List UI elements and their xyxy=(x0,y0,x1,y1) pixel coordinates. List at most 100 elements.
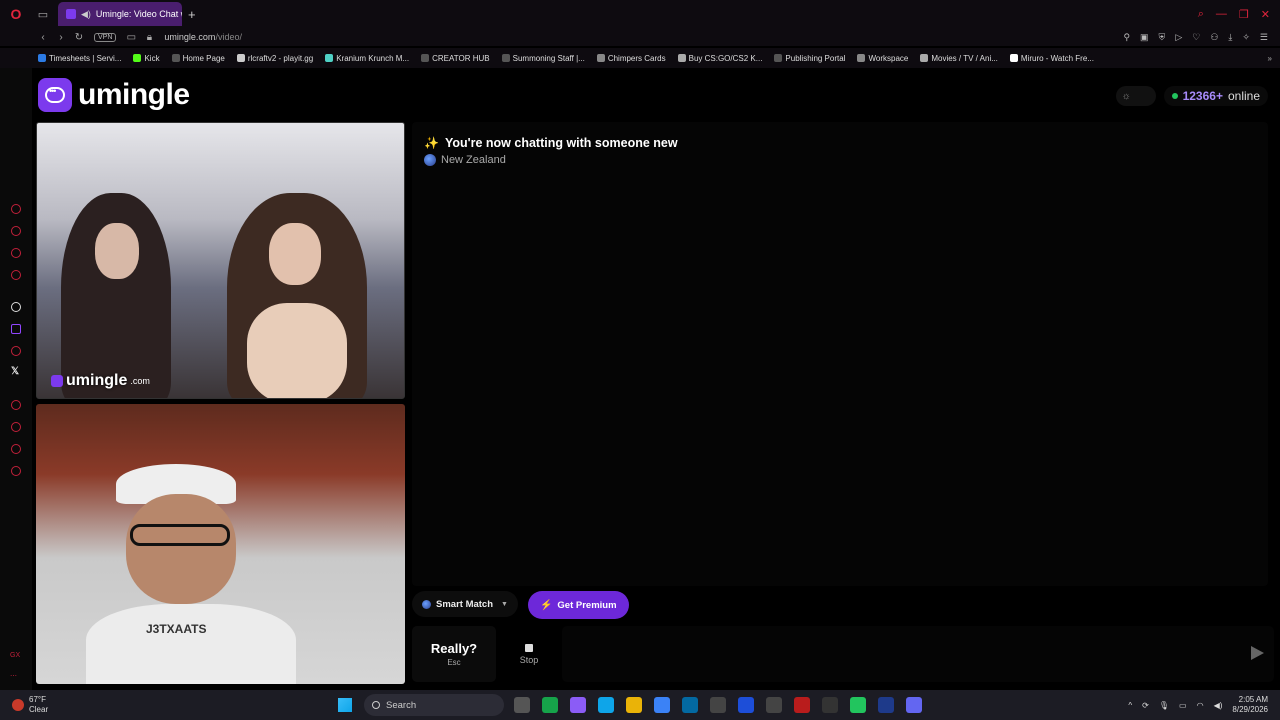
sidebar-x-icon[interactable]: 𝕏 xyxy=(11,366,19,377)
ea-icon[interactable] xyxy=(738,697,754,713)
download-icon[interactable]: ⤓ xyxy=(1228,32,1232,43)
bookmark-item[interactable]: Chimpers Cards xyxy=(596,53,666,63)
wifi-icon[interactable]: ◠ xyxy=(1197,701,1204,710)
bookmark-item[interactable]: Workspace xyxy=(857,54,908,63)
chatgpt-icon[interactable] xyxy=(710,697,726,713)
file-explorer-icon[interactable] xyxy=(626,697,642,713)
play-icon[interactable]: ▷ xyxy=(1175,32,1182,43)
sidebar-music-icon[interactable] xyxy=(11,248,21,258)
bookmark-item[interactable]: Summoning Staff |... xyxy=(501,54,585,63)
forward-icon[interactable]: › xyxy=(52,32,70,43)
sidebar-history-icon[interactable] xyxy=(11,204,21,214)
sidebar-player-icon[interactable] xyxy=(11,270,21,280)
sidebar-percent-icon[interactable] xyxy=(11,346,21,356)
bookmark-heart-icon[interactable]: ♡ xyxy=(1192,32,1200,43)
sidebar-twitch-icon[interactable] xyxy=(11,324,21,334)
url-field[interactable]: umingle.com/video/ xyxy=(164,32,242,42)
steam-icon[interactable] xyxy=(878,697,894,713)
reload-icon[interactable]: ↻ xyxy=(70,32,88,43)
bookmark-item[interactable]: Movies / TV / Ani... xyxy=(920,54,998,63)
sidebar-games-icon[interactable] xyxy=(11,226,21,236)
close-window-icon[interactable]: ✕ xyxy=(1261,8,1270,21)
bookmark-item[interactable]: Timesheets | Servi... xyxy=(38,54,121,63)
system-message: ✨ You're now chatting with someone new N… xyxy=(424,136,678,166)
maximize-icon[interactable]: ❐ xyxy=(1239,8,1249,21)
get-premium-button[interactable]: ⚡ Get Premium xyxy=(527,591,629,619)
sidebar-settings-icon[interactable] xyxy=(11,444,21,454)
bookmark-item[interactable]: Kranium Krunch M... xyxy=(325,54,409,63)
bookmark-favicon-icon xyxy=(325,54,334,62)
sync-icon[interactable]: ⟳ xyxy=(1142,701,1149,710)
task-view-icon[interactable] xyxy=(514,697,530,713)
clock[interactable]: 2:05 AM 8/29/2026 xyxy=(1232,695,1268,715)
sidebar-player-2-icon[interactable] xyxy=(11,400,21,410)
bookmark-item[interactable]: Publishing Portal xyxy=(774,54,845,63)
xbox-icon[interactable] xyxy=(542,697,558,713)
menu-icon[interactable]: ☰ xyxy=(1260,32,1268,43)
copilot-icon[interactable] xyxy=(570,697,586,713)
bookmark-label: Buy CS:GO/CS2 K... xyxy=(688,53,763,63)
tray-overflow-icon[interactable]: ^ xyxy=(1128,701,1132,710)
adblock-shield-icon[interactable]: ⛨ xyxy=(1159,32,1166,43)
minimize-icon[interactable]: — xyxy=(1216,8,1227,21)
vpn-badge[interactable]: VPN xyxy=(94,32,117,42)
taskbar-search[interactable]: Search xyxy=(364,694,504,716)
edge-icon[interactable] xyxy=(598,697,614,713)
bookmark-item[interactable]: Miruro - Watch Fre... xyxy=(1009,54,1094,63)
snapshot-icon[interactable]: ▭ xyxy=(122,32,140,43)
opera-gx-icon[interactable] xyxy=(794,697,810,713)
browser-tab-bar: O ▭ ◀) Umingle: Video Chat wi ✕ + ⌕ — ❐ … xyxy=(0,0,1280,28)
discord-icon[interactable] xyxy=(906,697,922,713)
new-tab-icon[interactable]: + xyxy=(188,7,196,22)
store-icon[interactable] xyxy=(654,697,670,713)
windows-start-icon[interactable] xyxy=(338,698,352,712)
pin-icon[interactable]: ⚲ xyxy=(1123,32,1130,43)
bookmark-label: Workspace xyxy=(868,53,909,63)
lock-icon[interactable]: 🔒︎ xyxy=(140,32,158,43)
settings-icon[interactable] xyxy=(822,697,838,713)
speaker-icon[interactable]: ◀) xyxy=(81,9,91,20)
theme-toggle[interactable]: ☼ xyxy=(1115,86,1156,106)
extensions-icon[interactable]: ▣ xyxy=(1140,32,1149,43)
back-icon[interactable]: ‹ xyxy=(34,32,52,43)
openai-icon[interactable] xyxy=(766,697,782,713)
bookmark-label: Publishing Portal xyxy=(785,53,846,63)
umingle-logo[interactable]: umingle xyxy=(38,78,190,112)
outlook-icon[interactable] xyxy=(682,697,698,713)
message-input[interactable] xyxy=(562,626,1274,682)
network-icon[interactable]: ▭ xyxy=(1179,701,1187,710)
send-icon[interactable] xyxy=(1251,646,1264,660)
header-right: ☼ 12366+ online xyxy=(1115,86,1268,106)
ai-icon[interactable]: ✧ xyxy=(1242,32,1250,43)
sidebar-more-icon[interactable]: ⋯ xyxy=(10,672,17,680)
watermark-logo-icon xyxy=(51,375,63,387)
stranger-country: New Zealand xyxy=(441,154,506,166)
sidebar-clock-icon[interactable] xyxy=(11,422,21,432)
browser-tab-umingle[interactable]: ◀) Umingle: Video Chat wi ✕ xyxy=(58,2,182,26)
search-tabs-icon[interactable]: ⌕ xyxy=(1198,8,1204,21)
smart-match-dropdown[interactable]: Smart Match ▼ xyxy=(412,591,518,617)
volume-icon[interactable]: ◀) xyxy=(1214,701,1223,710)
bookmark-favicon-icon xyxy=(421,54,430,62)
sidebar-chatgpt-icon[interactable] xyxy=(11,302,21,312)
skip-button[interactable]: Really? Esc xyxy=(412,626,496,682)
globe-icon xyxy=(424,154,436,166)
bookmark-item[interactable]: Home Page xyxy=(171,54,225,63)
bookmark-item[interactable]: Buy CS:GO/CS2 K... xyxy=(677,53,763,63)
bookmark-item[interactable]: rlcraftv2 - playit.gg xyxy=(236,54,313,63)
tab-menu-icon[interactable]: ▭ xyxy=(32,0,54,28)
stop-button[interactable]: Stop xyxy=(502,626,556,682)
weather-widget[interactable]: 67°F Clear xyxy=(0,695,320,715)
bookmark-item[interactable]: CREATOR HUB xyxy=(421,54,490,63)
profile-icon[interactable]: ⚇ xyxy=(1210,32,1218,43)
bookmark-label: Chimpers Cards xyxy=(607,53,666,63)
sidebar-extension-icon[interactable] xyxy=(11,466,21,476)
sidebar-gx-icon[interactable]: GX xyxy=(10,652,20,659)
mic-icon[interactable]: 🎙︎ xyxy=(1159,701,1169,710)
nvidia-icon[interactable] xyxy=(850,697,866,713)
bookmark-item[interactable]: Kick xyxy=(133,54,160,63)
opera-logo-icon[interactable]: O xyxy=(0,0,32,28)
bookmark-label: Timesheets | Servi... xyxy=(49,53,122,63)
lightning-icon: ⚡ xyxy=(539,599,553,611)
bookmarks-overflow-icon[interactable]: » xyxy=(1268,54,1272,63)
